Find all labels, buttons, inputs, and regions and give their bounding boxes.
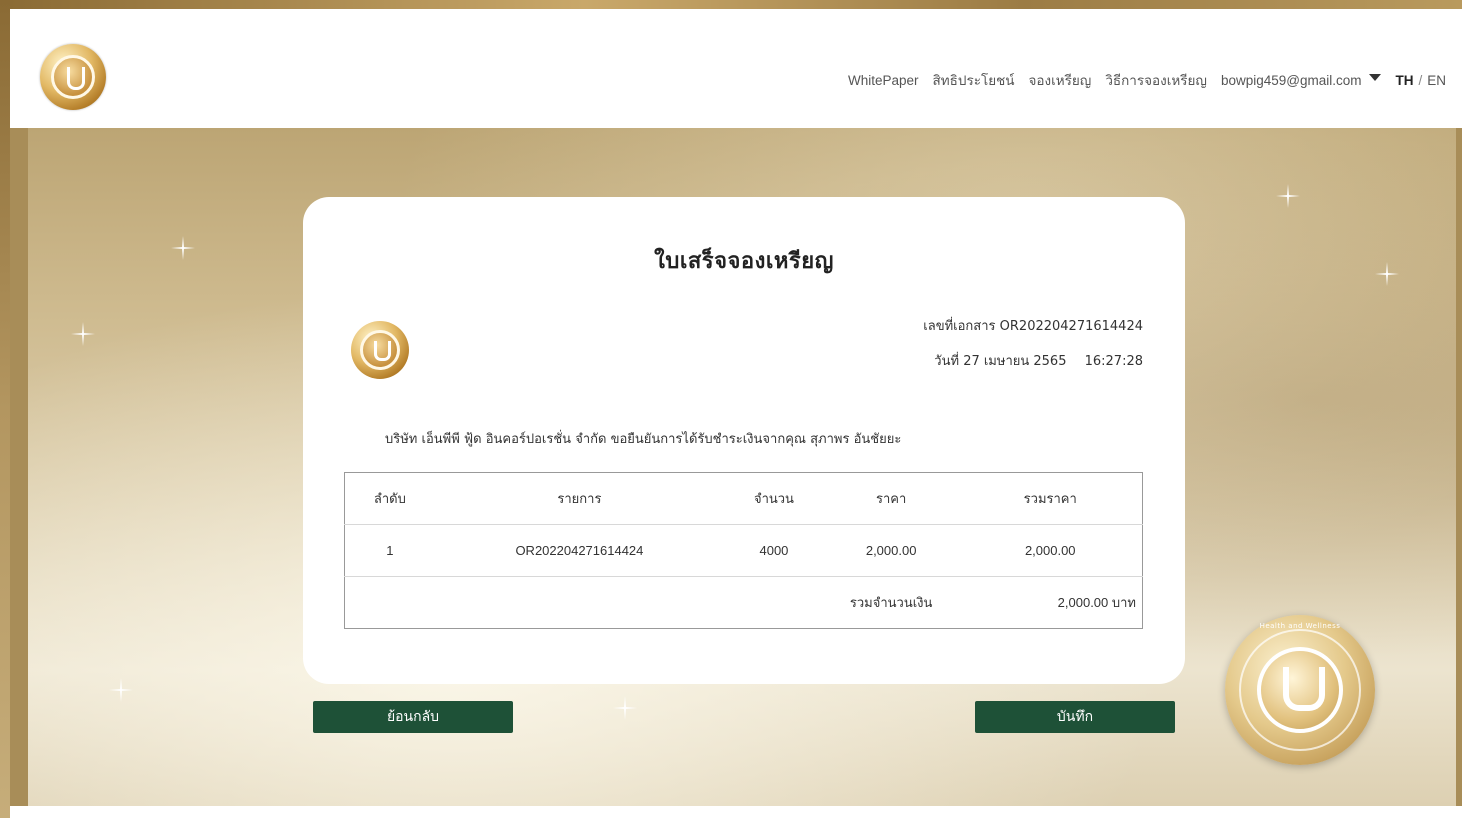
cell-qty: 4000 [724,524,824,577]
back-button[interactable]: ย้อนกลับ [313,701,513,733]
empty-cell [724,576,824,629]
header-item: รายการ [434,472,725,525]
sparkle-decoration [71,322,95,346]
coin-glyph-icon [1283,667,1325,711]
receipt-title: ใบเสร็จจองเหรียญ [654,249,834,274]
table-header-row: ลำดับ รายการ จำนวน ราคา รวมราคา [344,472,1143,525]
brand-logo-inner [51,55,95,99]
empty-cell [434,576,725,629]
table-row: 1 OR202204271614424 4000 2,000.00 2,000.… [344,524,1143,577]
receipt-card: ใบเสร็จจองเหรียญ เลขที่เอกสาร OR20220427… [303,197,1185,684]
nav-item-reserve-coin[interactable]: จองเหรียญ [1029,69,1092,91]
cell-no: 1 [344,524,435,577]
lang-th-link[interactable]: TH [1395,73,1413,88]
site-header: WhitePaper สิทธิประโยชน์ จองเหรียญ วิธีก… [10,9,1462,128]
top-gold-border [0,0,1462,9]
coin-center [1257,647,1343,733]
brand-logo[interactable] [40,44,106,110]
main-nav: WhitePaper สิทธิประโยชน์ จองเหรียญ วิธีก… [848,69,1446,91]
save-button[interactable]: บันทึก [975,701,1175,733]
nav-item-how-to-reserve[interactable]: วิธีการจองเหรียญ [1105,69,1207,91]
company-logo [351,321,409,379]
coin-inscription: Health and Wellness [1259,622,1341,630]
company-logo-glyph-icon [374,341,391,361]
table-total-row: รวมจำนวนเงิน 2,000.00 บาท [344,576,1143,629]
doc-number-label: เลขที่เอกสาร [923,319,996,334]
cell-item: OR202204271614424 [434,524,725,577]
lang-separator: / [1418,72,1423,88]
company-logo-inner [360,330,400,370]
sparkle-decoration [1375,262,1399,286]
receipt-items-table: ลำดับ รายการ จำนวน ราคา รวมราคา 1 OR2022… [344,472,1143,629]
payment-confirmation-text: บริษัท เอ็นพีพี ฟู้ด อินคอร์ปอเรชั่น จำก… [385,432,902,447]
sparkle-decoration [171,236,195,260]
total-label: รวมจำนวนเงิน [823,576,959,629]
empty-cell [344,576,435,629]
sparkle-decoration [109,678,133,702]
bottom-strip [10,806,1462,818]
doc-number-value: OR202204271614424 [999,319,1143,334]
doc-date-value: 27 เมษายน 2565 [963,354,1067,369]
lang-en-link[interactable]: EN [1427,73,1446,88]
left-gold-border [0,0,10,818]
caret-down-icon[interactable] [1369,73,1382,81]
doc-date-label: วันที่ [934,354,960,369]
language-switcher: TH / EN [1395,73,1446,88]
doc-time-value: 16:27:28 [1084,354,1143,369]
total-amount: 2,000.00 บาท [958,576,1143,629]
nav-item-whitepaper[interactable]: WhitePaper [848,73,919,88]
user-menu[interactable]: bowpig459@gmail.com [1221,73,1382,88]
header-subtotal: รวมราคา [958,472,1143,525]
document-meta: เลขที่เอกสาร OR202204271614424 วันที่ 27… [923,317,1143,387]
cell-subtotal: 2,000.00 [958,524,1143,577]
nav-item-benefits[interactable]: สิทธิประโยชน์ [933,69,1015,91]
user-email: bowpig459@gmail.com [1220,72,1362,88]
gold-coin-image [1225,615,1375,765]
cell-price: 2,000.00 [823,524,959,577]
doc-date-line: วันที่ 27 เมษายน 2565 16:27:28 [923,352,1143,387]
header-qty: จำนวน [724,472,824,525]
brand-logo-glyph-icon [67,67,85,90]
sparkle-decoration [613,696,637,720]
header-price: ราคา [823,472,959,525]
header-no: ลำดับ [344,472,435,525]
doc-number-line: เลขที่เอกสาร OR202204271614424 [923,317,1143,352]
sparkle-decoration [1276,184,1300,208]
